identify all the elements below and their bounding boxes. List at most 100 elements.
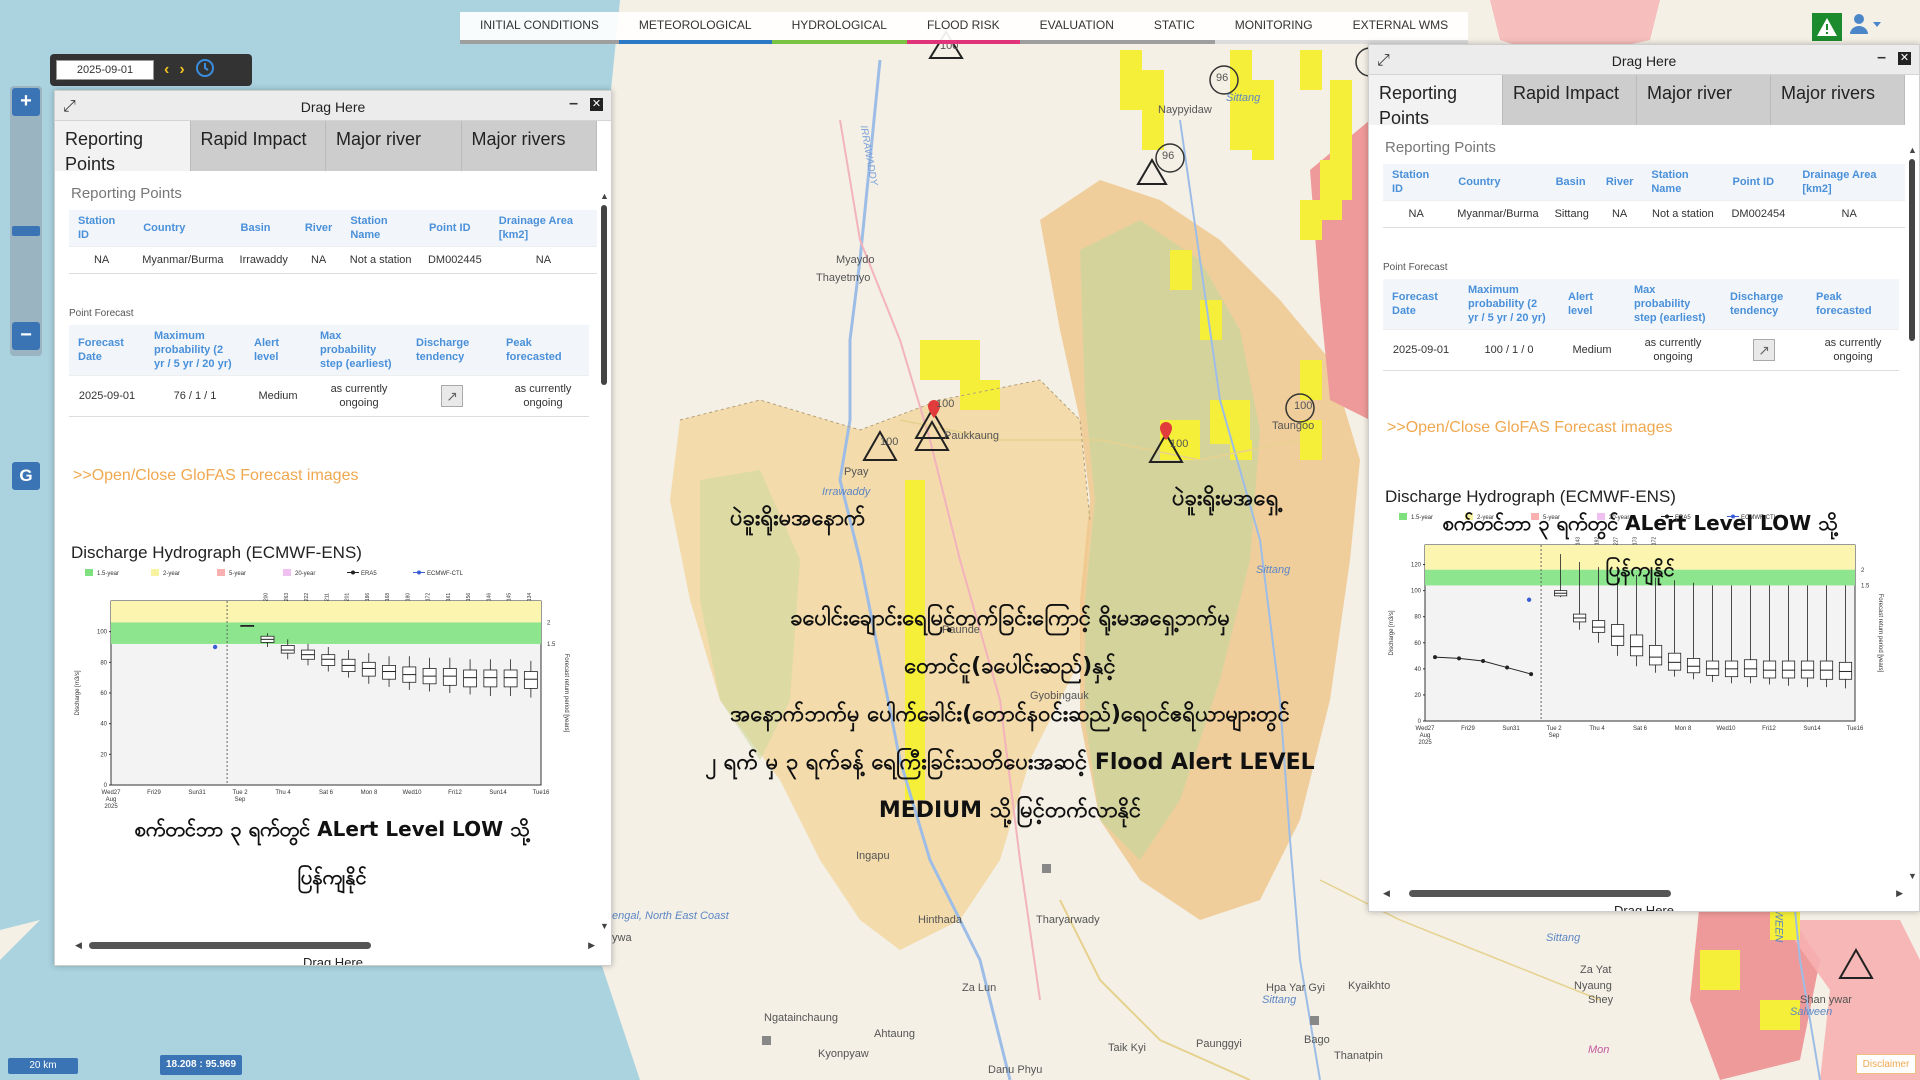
overlay-right-note: စက်တင်ဘာ ၃ ရက်တွင် ALert Level LOW သို့: [1442, 511, 1838, 535]
tab-reporting-points[interactable]: Reporting Points: [55, 121, 191, 174]
scroll-right-icon[interactable]: ▶: [1896, 888, 1903, 899]
peak-label: 186: [365, 593, 371, 602]
hydrograph-chart: 1.5-year 2-year 5-year 20-year ERA5 ECMWF-CTL…: [75, 569, 569, 810]
nav-tab[interactable]: STATIC: [1133, 12, 1215, 44]
table-cell: ↗: [407, 375, 497, 417]
station-table: Station ID Country Basin River Station N…: [1383, 164, 1905, 228]
map-label: Ngatainchaung: [764, 1012, 839, 1024]
band-2yr: [111, 601, 541, 623]
table-header: Drainage Area [km2]: [1793, 164, 1905, 201]
box-body: [1629, 634, 1644, 657]
x-tick-label: Fri12: [448, 790, 462, 796]
y-tick-label: 60: [1414, 641, 1421, 647]
table-cell: as currently ongoing: [497, 375, 589, 417]
scroll-thumb[interactable]: [89, 942, 371, 949]
table-row: NA Myanmar/Burma Irrawaddy NA Not a stat…: [69, 246, 597, 274]
scroll-thumb[interactable]: [1909, 159, 1915, 341]
box-body: [1667, 652, 1682, 671]
drag-handle[interactable]: ⤢ Drag Here – ✕: [1369, 45, 1919, 75]
x-tick-label: Tue16: [1847, 726, 1864, 732]
vertical-scrollbar[interactable]: ▲ ▼: [1907, 145, 1917, 881]
disclaimer-link[interactable]: Disclaimer: [1856, 1054, 1916, 1074]
close-button[interactable]: ✕: [590, 97, 603, 111]
map-point-label: 96: [1162, 150, 1175, 162]
tab-major-rivers[interactable]: Major rivers: [461, 121, 597, 171]
scroll-left-icon[interactable]: ◀: [75, 940, 82, 951]
nav-tab[interactable]: METEOROLOGICAL: [618, 12, 772, 44]
scroll-right-icon[interactable]: ▶: [588, 940, 595, 951]
glofas-toggle-link[interactable]: >>Open/Close GloFAS Forecast images: [73, 467, 597, 485]
table-header: Peak forecasted: [1807, 279, 1899, 330]
table-cell: 76 / 1 / 1: [145, 375, 245, 417]
nav-tab[interactable]: EXTERNAL WMS: [1332, 12, 1469, 44]
x-tick-label: Sun14: [489, 790, 507, 796]
glofas-toggle-link[interactable]: >>Open/Close GloFAS Forecast images: [1387, 419, 1905, 437]
table-header: River: [295, 210, 342, 247]
map-point-label: 100: [880, 436, 899, 448]
scroll-up-icon[interactable]: ▲: [600, 191, 609, 201]
drag-handle[interactable]: ⤢ Drag Here – ✕: [55, 91, 611, 121]
table-cell: Not a station: [341, 246, 420, 274]
user-icon[interactable]: [1848, 12, 1882, 41]
date-toolbar: 2025-09-01 ‹ ›: [50, 54, 252, 86]
x-tick-label: Sep: [1549, 733, 1560, 739]
nav-tab[interactable]: INITIAL CONDITIONS: [460, 12, 619, 44]
map-label: Danu Phyu: [988, 1064, 1043, 1076]
tab-major-river[interactable]: Major river: [326, 121, 462, 171]
horizontal-scrollbar[interactable]: ◀ ▶: [1383, 887, 1903, 899]
tab-major-rivers[interactable]: Major rivers: [1771, 75, 1905, 125]
zoom-out-button[interactable]: −: [12, 322, 40, 350]
close-button[interactable]: ✕: [1898, 51, 1911, 65]
nav-tab[interactable]: EVALUATION: [1019, 12, 1134, 44]
peak-label: 156: [466, 593, 472, 602]
tab-major-river[interactable]: Major river: [1637, 75, 1771, 125]
scroll-up-icon[interactable]: ▲: [1908, 145, 1917, 155]
drag-label: Drag Here: [1614, 903, 1674, 912]
peak-label: 161: [446, 593, 452, 602]
clock-icon[interactable]: [195, 58, 215, 83]
horizontal-scrollbar[interactable]: ◀ ▶: [75, 939, 595, 951]
x-tick-label: Tue16: [533, 790, 550, 796]
scroll-left-icon[interactable]: ◀: [1383, 888, 1390, 899]
nav-tab[interactable]: MONITORING: [1214, 12, 1333, 44]
tab-rapid-impact[interactable]: Rapid Impact: [1503, 75, 1637, 125]
tab-reporting-points[interactable]: Reporting Points: [1369, 75, 1503, 128]
table-header: Max probability step (earliest): [1625, 279, 1721, 330]
y-tick-label: 100: [1411, 589, 1422, 595]
scroll-down-icon[interactable]: ▼: [1908, 871, 1917, 881]
scroll-thumb[interactable]: [1409, 890, 1671, 897]
nav-tab[interactable]: FLOOD RISK: [906, 12, 1020, 44]
y-tick-label: 100: [97, 630, 108, 636]
map-label: Thayetmyo: [816, 272, 871, 284]
scroll-thumb[interactable]: [601, 205, 607, 385]
box-body: [1838, 661, 1853, 680]
date-input[interactable]: 2025-09-01: [56, 60, 154, 80]
nav-tab[interactable]: HYDROLOGICAL: [771, 12, 907, 44]
scroll-down-icon[interactable]: ▼: [600, 921, 609, 931]
prev-date-button[interactable]: ‹: [164, 61, 169, 79]
y-tick-label: 40: [1414, 667, 1421, 673]
zoom-slider[interactable]: [12, 226, 40, 236]
box-body: [523, 671, 538, 689]
zoom-in-button[interactable]: +: [12, 88, 40, 116]
legend-label: ERA5: [361, 571, 377, 577]
table-header: Peak forecasted: [497, 325, 589, 376]
next-date-button[interactable]: ›: [179, 61, 184, 79]
vertical-scrollbar[interactable]: ▲ ▼: [599, 191, 609, 931]
y-axis-label: Discharge [m3/s]: [75, 670, 81, 715]
hydrograph-title: Discharge Hydrograph (ECMWF-ENS): [71, 543, 362, 562]
minimize-button[interactable]: –: [1877, 50, 1886, 66]
y-tick-label: 80: [100, 660, 107, 666]
map-label: Taungoo: [1272, 420, 1315, 432]
map-label: ywa: [612, 932, 632, 944]
table-header: Forecast Date: [1383, 279, 1459, 330]
warning-icon[interactable]: [1812, 12, 1842, 41]
geolocate-button[interactable]: G: [12, 462, 40, 490]
minimize-button[interactable]: –: [569, 96, 578, 112]
tab-rapid-impact[interactable]: Rapid Impact: [190, 121, 326, 171]
table-header: Max probability step (earliest): [311, 325, 407, 376]
x-tick-label: Sep: [235, 797, 246, 803]
map-label: engal, North East Coast: [612, 910, 729, 922]
hydrograph-chart: 1.5-year 2-year 5-year 20-year ERA5 ECMWF-CTL…: [1389, 513, 1883, 746]
overlay-left-note: ပြန်ကျနိုင်: [297, 865, 367, 889]
